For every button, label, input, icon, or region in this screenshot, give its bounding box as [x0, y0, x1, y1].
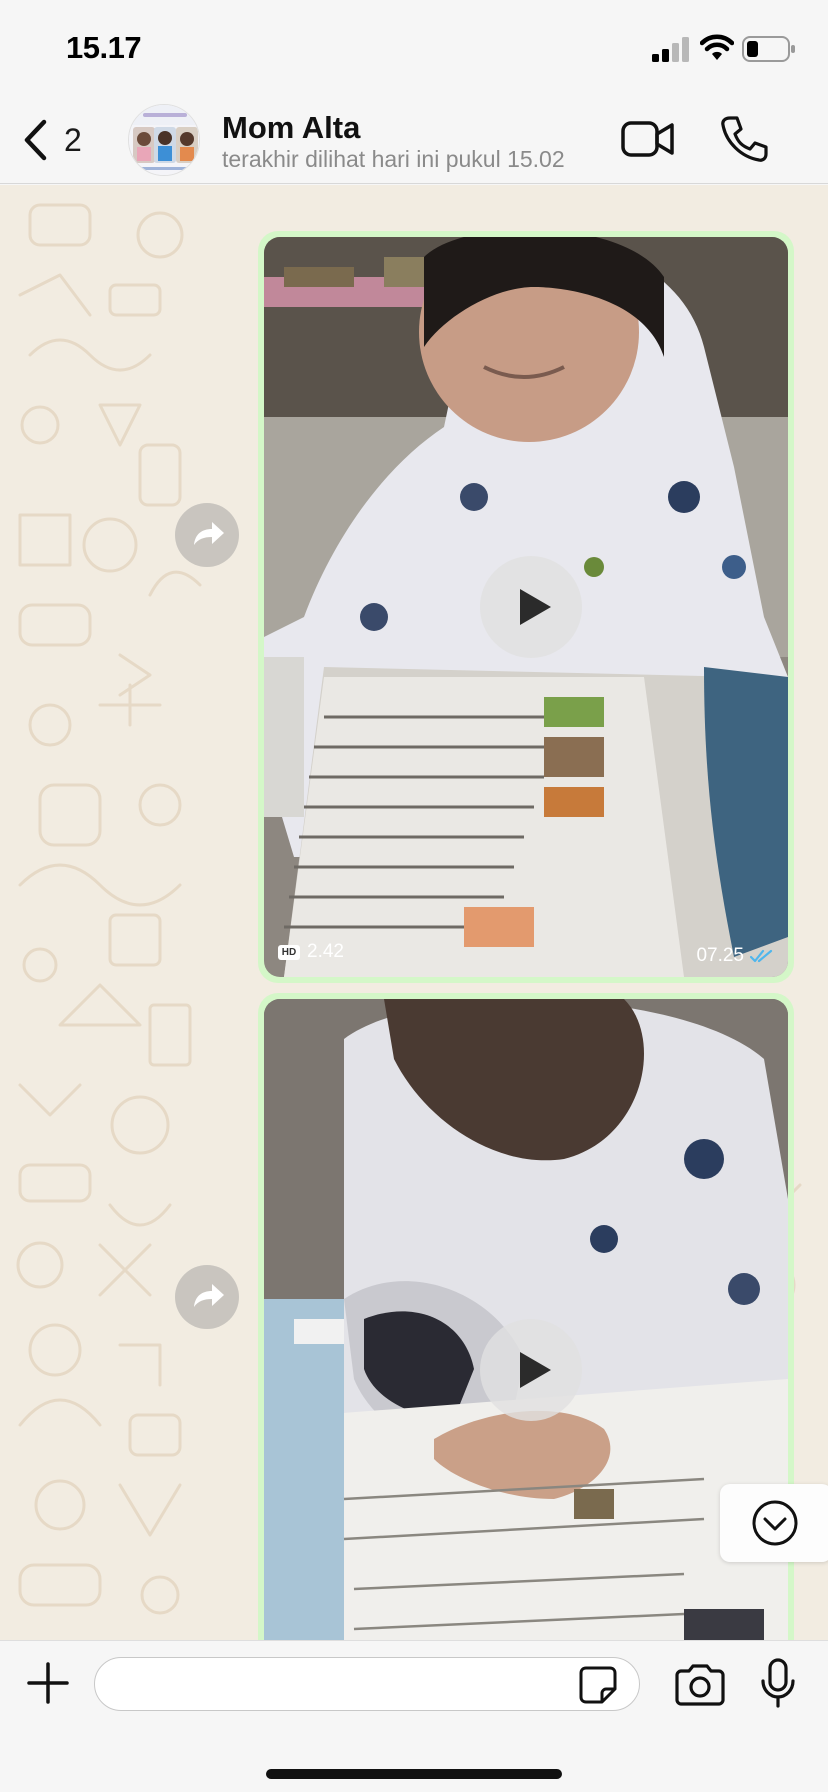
microphone-icon[interactable] [758, 1657, 798, 1709]
chat-area[interactable]: HD 2.42 07.25 [0, 185, 828, 1640]
play-icon [520, 589, 551, 625]
message-timestamp: 07.25 [696, 945, 774, 967]
last-seen-status: terakhir dilihat hari ini pukul 15.02 [222, 146, 565, 172]
message-composer [0, 1640, 828, 1792]
plus-icon[interactable] [26, 1661, 70, 1705]
forward-button[interactable] [175, 1265, 239, 1329]
forward-arrow-icon [194, 522, 224, 545]
duration-label: 2.42 [307, 941, 344, 962]
camera-icon[interactable] [674, 1663, 726, 1707]
forward-arrow-icon [194, 1284, 224, 1307]
chevron-left-icon [24, 119, 47, 161]
status-time: 15.17 [66, 30, 142, 65]
sticker-icon[interactable] [578, 1665, 618, 1705]
video-duration: HD 2.42 [278, 941, 344, 963]
chat-header: 2 Mom Alta terakhir dilihat hari ini puk… [0, 96, 828, 184]
battery-icon [742, 36, 795, 62]
home-indicator[interactable] [266, 1769, 562, 1779]
play-icon [520, 1352, 551, 1388]
back-button[interactable]: 2 [22, 118, 98, 162]
video-message[interactable] [258, 993, 794, 1640]
play-button[interactable] [480, 1319, 582, 1421]
forward-button[interactable] [175, 503, 239, 567]
scroll-to-bottom-button[interactable] [720, 1484, 828, 1562]
video-thumbnail[interactable]: HD 2.42 07.25 [264, 237, 788, 977]
status-bar: 15.17 [0, 0, 828, 96]
video-thumbnail[interactable] [264, 999, 788, 1640]
read-receipt-icon [750, 949, 773, 963]
video-message[interactable]: HD 2.42 07.25 [258, 231, 794, 983]
voice-call-icon[interactable] [720, 114, 768, 164]
contact-name[interactable]: Mom Alta [222, 110, 360, 146]
hd-icon: HD [278, 944, 300, 960]
play-button[interactable] [480, 556, 582, 658]
unread-count: 2 [64, 121, 82, 158]
avatar-photo [129, 105, 199, 175]
message-input[interactable] [94, 1657, 640, 1711]
message-time: 07.25 [696, 945, 744, 966]
cellular-signal-icon [652, 37, 689, 62]
chevron-down-circle-icon [752, 1500, 798, 1546]
avatar[interactable] [128, 104, 200, 176]
video-call-icon[interactable] [620, 116, 676, 162]
wifi-icon [700, 34, 734, 60]
